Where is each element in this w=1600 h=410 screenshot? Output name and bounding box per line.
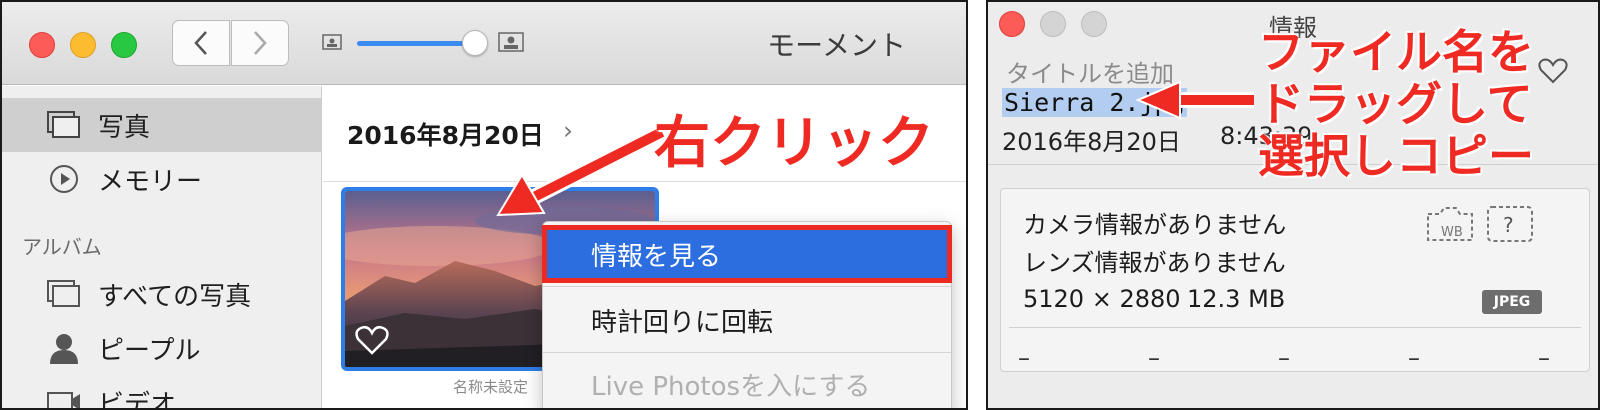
sidebar-item-memories[interactable]: メモリー (2, 152, 322, 206)
zoom-slider-fill (357, 41, 475, 46)
forward-button[interactable] (231, 20, 289, 66)
annotation-line-2: ドラッグして (1258, 77, 1533, 131)
format-badge: JPEG (1482, 290, 1542, 314)
annotation-line-1: ファイル名を (1258, 25, 1534, 79)
sidebar-item-label: メモリー (98, 166, 203, 197)
sidebar-item-photos[interactable]: 写真 (2, 98, 322, 152)
info-window: 情報 タイトルを追加 Sierra 2.jpg 2016年8月20日 8:43:… (986, 0, 1600, 410)
all-photos-icon (44, 278, 84, 310)
menu-item-get-info[interactable]: 情報を見る (542, 225, 952, 283)
date-field[interactable]: 2016年8月20日 (1002, 122, 1181, 157)
zoom-window-button[interactable] (111, 32, 137, 58)
zoom-slider[interactable] (357, 30, 488, 56)
photos-toolbar: モーメント (2, 2, 966, 85)
photos-window: モーメント 写真 メモリー アルバム すべての写真 ピープル ビデオ 2016年… (0, 0, 968, 410)
annotation-right-click: 右クリック (654, 111, 934, 176)
exif-dash: – (1278, 344, 1290, 372)
context-menu: 情報を見る 時計回りに回転 Live Photosを入にする (542, 221, 952, 408)
camera-wb-icon: WB (1427, 207, 1473, 241)
annotation-line-3: 選択しコピー (1258, 129, 1534, 183)
minimize-window-button[interactable] (70, 32, 96, 58)
annotation-arrow-icon (496, 124, 666, 217)
file-size-label: 12.3 MB (1187, 285, 1286, 313)
photo-title-label: 名称未設定 (453, 378, 529, 396)
sidebar-item-all-photos[interactable]: すべての写真 (2, 267, 322, 321)
divider (1009, 327, 1581, 328)
exif-dash: – (1018, 344, 1030, 372)
sidebar-item-label: すべての写真 (98, 281, 252, 312)
memories-icon (44, 163, 84, 195)
svg-text:?: ? (1503, 213, 1514, 237)
zoom-in-photo-icon (498, 32, 524, 52)
back-button[interactable] (172, 20, 230, 66)
dimensions-label: 5120 × 2880 (1023, 285, 1181, 313)
svg-text:WB: WB (1441, 225, 1463, 240)
window-title: モーメント (767, 29, 906, 62)
chevron-left-icon (194, 31, 207, 55)
sidebar-item-label: ビデオ (98, 389, 177, 410)
zoom-out-photo-icon (322, 34, 342, 50)
exif-dash: – (1538, 344, 1550, 372)
zoom-slider-knob[interactable] (462, 30, 488, 56)
sidebar-item-video[interactable]: ビデオ (2, 375, 322, 410)
favorite-heart-icon[interactable] (1538, 58, 1568, 84)
sidebar-section-header: アルバム (22, 235, 102, 259)
chevron-right-icon (254, 31, 267, 55)
video-icon (44, 386, 84, 408)
sidebar-item-label: 写真 (98, 112, 151, 143)
exif-dash: – (1408, 344, 1420, 372)
photos-icon (44, 109, 84, 141)
menu-item-rotate-clockwise[interactable]: 時計回りに回転 (543, 292, 951, 348)
sidebar-item-label: ピープル (98, 335, 201, 366)
exif-dash: – (1148, 344, 1160, 372)
sidebar-item-people[interactable]: ピープル (2, 321, 322, 375)
unknown-info-icon: ? (1487, 206, 1533, 242)
menu-item-live-photos: Live Photosを入にする (591, 371, 871, 402)
sidebar: 写真 メモリー アルバム すべての写真 ピープル ビデオ (2, 86, 322, 410)
people-icon (44, 332, 84, 364)
annotation-arrow-icon (1136, 80, 1254, 120)
menu-separator (543, 286, 951, 287)
menu-separator (543, 352, 951, 353)
lens-info-label: レンズ情報がありません (1023, 249, 1286, 277)
favorite-heart-icon[interactable] (355, 325, 389, 355)
close-window-button[interactable] (29, 32, 55, 58)
camera-info-label: カメラ情報がありません (1023, 211, 1287, 239)
